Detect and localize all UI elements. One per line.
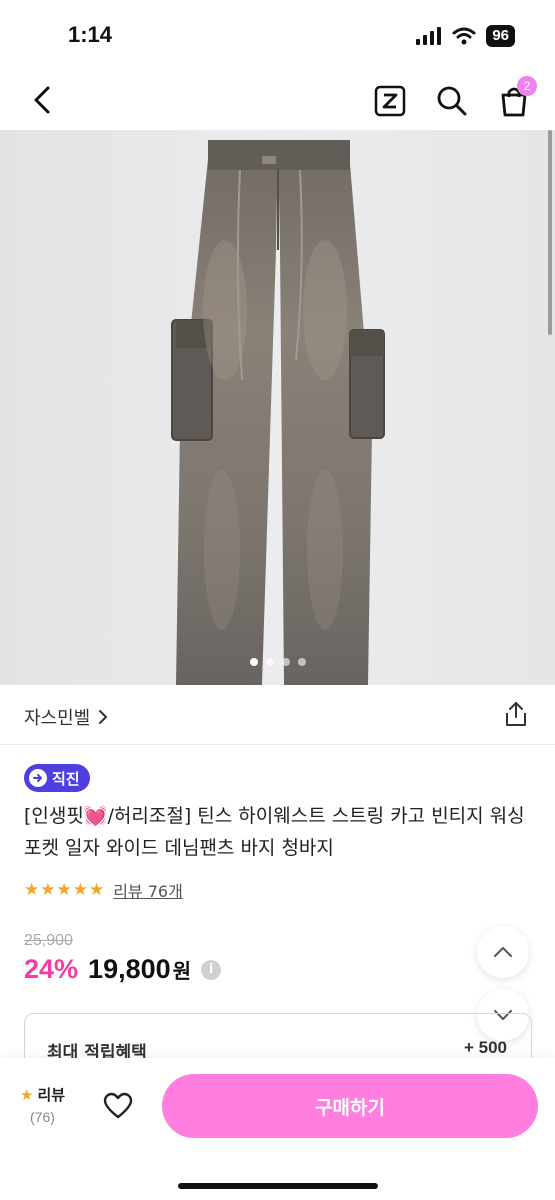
scroll-indicator[interactable]: [548, 130, 552, 335]
product-title: [인생핏💓/허리조절] 틴스 하이웨스트 스트링 카고 빈티지 워싱 포켓 일자…: [24, 805, 525, 859]
scroll-up-button[interactable]: [477, 926, 529, 978]
status-time: 1:14: [68, 22, 113, 47]
battery-indicator: 96: [486, 25, 515, 47]
share-icon: [506, 702, 526, 726]
review-summary-button[interactable]: ★ 리뷰 (76): [20, 1084, 65, 1126]
nav-bar: 2: [0, 72, 555, 130]
page-dot[interactable]: [281, 658, 290, 666]
page-dot[interactable]: [297, 658, 306, 666]
sale-price: 19,800: [88, 954, 171, 984]
wishlist-button[interactable]: [100, 1088, 136, 1124]
jeans-illustration: [171, 140, 385, 685]
home-indicator: [178, 1183, 378, 1189]
price-row: 24% 19,800 원 i: [24, 954, 222, 985]
original-price: 25,900: [24, 932, 73, 949]
zigzag-logo-icon: [374, 85, 406, 117]
star-rating: ★★★★★: [24, 880, 106, 900]
cart-count-badge: 2: [517, 76, 537, 96]
discount-rate: 24%: [24, 954, 79, 984]
page-dot[interactable]: [249, 658, 258, 666]
review-count: (76): [30, 1109, 55, 1125]
wifi-icon: [452, 27, 476, 45]
product-image[interactable]: [0, 130, 555, 685]
back-button[interactable]: [24, 82, 60, 118]
buy-button[interactable]: 구매하기: [162, 1074, 538, 1138]
badge-label: 직진: [52, 769, 80, 788]
review-link[interactable]: 리뷰 76개: [113, 878, 183, 902]
direct-shipping-badge: 직진: [24, 764, 90, 792]
chevron-up-icon: [494, 947, 512, 957]
currency-unit: 원: [172, 959, 192, 983]
zigzag-button[interactable]: [371, 82, 409, 120]
status-bar: 1:14 96: [0, 0, 555, 72]
arrow-right-circle-icon: [29, 769, 47, 787]
page-dot[interactable]: [265, 658, 274, 666]
review-label: 리뷰: [37, 1086, 66, 1104]
nav-actions: 2: [371, 76, 537, 120]
bottom-action-bar: ★ 리뷰 (76) 구매하기: [0, 1058, 555, 1200]
cart-button[interactable]: 2: [495, 76, 537, 120]
signal-icon: [416, 27, 442, 45]
info-icon[interactable]: i: [201, 959, 222, 980]
share-button[interactable]: [501, 699, 531, 729]
brand-row: 자스민벨: [0, 685, 555, 745]
star-icon: ★: [20, 1085, 34, 1104]
rating-row: ★★★★★ 리뷰 76개: [24, 878, 183, 902]
chevron-left-icon: [34, 86, 50, 114]
chevron-right-icon: [99, 710, 108, 724]
status-icons: 96: [416, 25, 515, 47]
brand-link[interactable]: 자스민벨: [24, 704, 108, 730]
review-summary-label: ★ 리뷰: [20, 1084, 65, 1105]
search-icon: [437, 86, 467, 116]
search-button[interactable]: [433, 82, 471, 120]
heart-icon: [103, 1092, 133, 1119]
reward-value: + 500: [463, 1038, 507, 1057]
brand-name: 자스민벨: [24, 708, 91, 729]
image-pagination: [0, 658, 555, 666]
